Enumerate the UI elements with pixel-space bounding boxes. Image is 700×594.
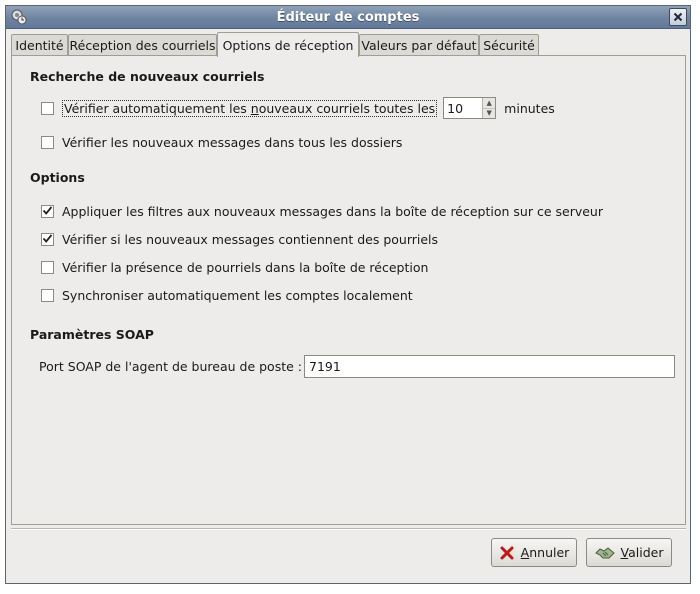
checkmark-icon bbox=[42, 233, 53, 243]
ok-label: Valider bbox=[620, 545, 664, 560]
interval-unit: minutes bbox=[504, 100, 555, 116]
close-button[interactable] bbox=[669, 8, 687, 26]
tab-receiving-options[interactable]: Options de réception bbox=[217, 32, 359, 57]
check-interval-value[interactable]: 10 bbox=[444, 98, 482, 118]
tab-label: Sécurité bbox=[483, 38, 535, 53]
tab-label: Réception des courriels bbox=[69, 38, 216, 53]
inbox-junk-row: Vérifier la présence de pourriels dans l… bbox=[41, 258, 428, 276]
options-heading: Options bbox=[30, 170, 85, 185]
title-bar[interactable]: Éditeur de comptes bbox=[6, 6, 690, 29]
apply-filters-label[interactable]: Appliquer les filtres aux nouveaux messa… bbox=[62, 204, 603, 219]
ok-button[interactable]: Valider bbox=[586, 538, 672, 567]
all-folders-checkbox[interactable] bbox=[41, 135, 54, 149]
apply-filters-checkbox[interactable] bbox=[41, 204, 54, 218]
spin-up-icon[interactable]: ▲ bbox=[483, 98, 495, 108]
apply-filters-row: Appliquer les filtres aux nouveaux messa… bbox=[41, 202, 603, 220]
account-editor-window: Éditeur de comptes Identité Réception de… bbox=[5, 5, 691, 584]
auto-check-label[interactable]: Vérifier automatiquement les nouveaux co… bbox=[62, 99, 438, 117]
soap-port-label: Port SOAP de l'agent de bureau de poste … bbox=[39, 358, 302, 374]
tab-defaults[interactable]: Valeurs par défaut bbox=[359, 34, 479, 56]
handshake-icon bbox=[594, 546, 615, 558]
soap-heading: Paramètres SOAP bbox=[30, 327, 154, 342]
inbox-junk-label[interactable]: Vérifier la présence de pourriels dans l… bbox=[62, 260, 428, 275]
tab-identity[interactable]: Identité bbox=[11, 34, 68, 56]
junk-check-row: Vérifier si les nouveaux messages contie… bbox=[41, 230, 438, 248]
all-folders-row: Vérifier les nouveaux messages dans tous… bbox=[41, 133, 402, 151]
auto-check-checkbox[interactable] bbox=[41, 101, 54, 115]
sync-offline-label[interactable]: Synchroniser automatiquement les comptes… bbox=[62, 288, 413, 303]
junk-check-checkbox[interactable] bbox=[41, 232, 54, 246]
receiving-options-panel: Recherche de nouveaux courriels Vérifier… bbox=[11, 55, 686, 525]
auto-check-row: Vérifier automatiquement les nouveaux co… bbox=[41, 97, 555, 119]
cancel-button[interactable]: Annuler bbox=[491, 538, 577, 567]
inbox-junk-checkbox[interactable] bbox=[41, 260, 54, 274]
account-editor-icon bbox=[10, 8, 28, 26]
sync-offline-checkbox[interactable] bbox=[41, 288, 54, 302]
soap-port-value: 7191 bbox=[309, 359, 341, 374]
cancel-icon bbox=[500, 546, 514, 559]
checkmark-icon bbox=[42, 205, 53, 215]
tab-security[interactable]: Sécurité bbox=[479, 34, 539, 56]
check-new-mail-heading: Recherche de nouveaux courriels bbox=[30, 69, 265, 84]
close-icon bbox=[673, 12, 683, 22]
sync-offline-row: Synchroniser automatiquement les comptes… bbox=[41, 286, 413, 304]
all-folders-label[interactable]: Vérifier les nouveaux messages dans tous… bbox=[62, 135, 402, 150]
cancel-label: Annuler bbox=[520, 545, 570, 560]
tab-label: Options de réception bbox=[222, 37, 354, 53]
junk-check-label[interactable]: Vérifier si les nouveaux messages contie… bbox=[62, 232, 438, 247]
soap-port-input[interactable]: 7191 bbox=[304, 355, 675, 378]
check-interval-spinner[interactable]: 10 ▲ ▼ bbox=[443, 97, 497, 119]
spin-down-icon[interactable]: ▼ bbox=[483, 107, 496, 119]
tab-label: Valeurs par défaut bbox=[361, 38, 477, 53]
tab-label: Identité bbox=[15, 38, 64, 53]
tab-receiving-mail[interactable]: Réception des courriels bbox=[68, 34, 217, 56]
window-title: Éditeur de comptes bbox=[276, 9, 420, 25]
button-separator bbox=[11, 528, 686, 530]
